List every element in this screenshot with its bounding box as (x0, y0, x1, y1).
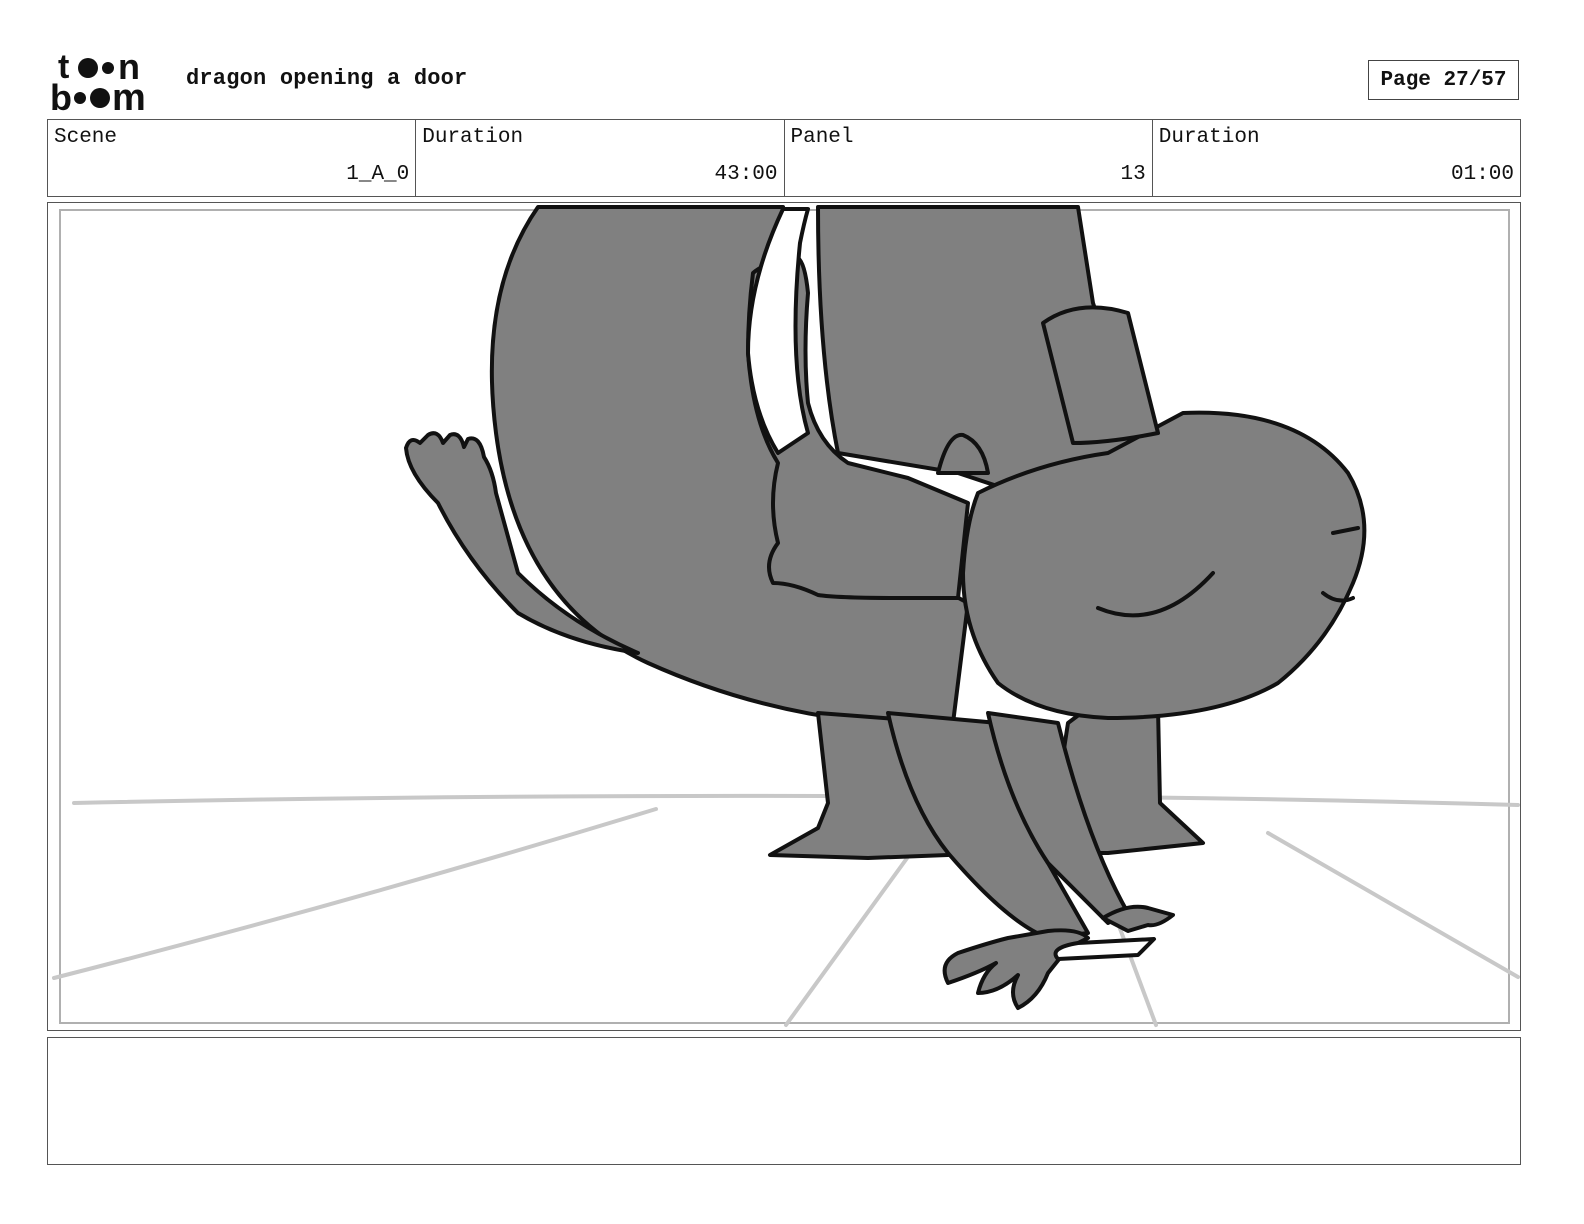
scene-duration-label: Duration (422, 126, 524, 149)
panel-duration-cell: Duration 01:00 (1153, 120, 1520, 196)
storyboard-panel (47, 202, 1521, 1031)
panel-duration-label: Duration (1158, 126, 1260, 149)
panel-label: Panel (790, 126, 854, 149)
storyboard-sketch-image (52, 205, 1520, 1027)
scene-duration-cell: Duration 43:00 (416, 120, 785, 196)
floor-guides (52, 793, 1520, 1027)
notes-box[interactable] (47, 1037, 1521, 1165)
page-indicator-label: Page 27/57 (1380, 68, 1507, 92)
scene-duration-value: 43:00 (714, 163, 778, 186)
scene-cell: Scene 1_A_0 (48, 120, 417, 196)
document-title: dragon opening a door (186, 66, 468, 91)
scene-label: Scene (54, 126, 118, 149)
panel-cell: Panel 13 (785, 120, 1153, 196)
svg-text:b: b (50, 77, 72, 112)
panel-value: 13 (1120, 163, 1146, 186)
svg-text:m: m (112, 77, 146, 112)
page-indicator: Page 27/57 (1368, 60, 1519, 100)
scene-info-table: Scene 1_A_0 Duration 43:00 Panel 13 Dura… (47, 119, 1521, 197)
scene-value: 1_A_0 (346, 163, 410, 186)
toon-boom-logo: t n b m (50, 50, 166, 112)
panel-duration-value: 01:00 (1450, 163, 1514, 186)
